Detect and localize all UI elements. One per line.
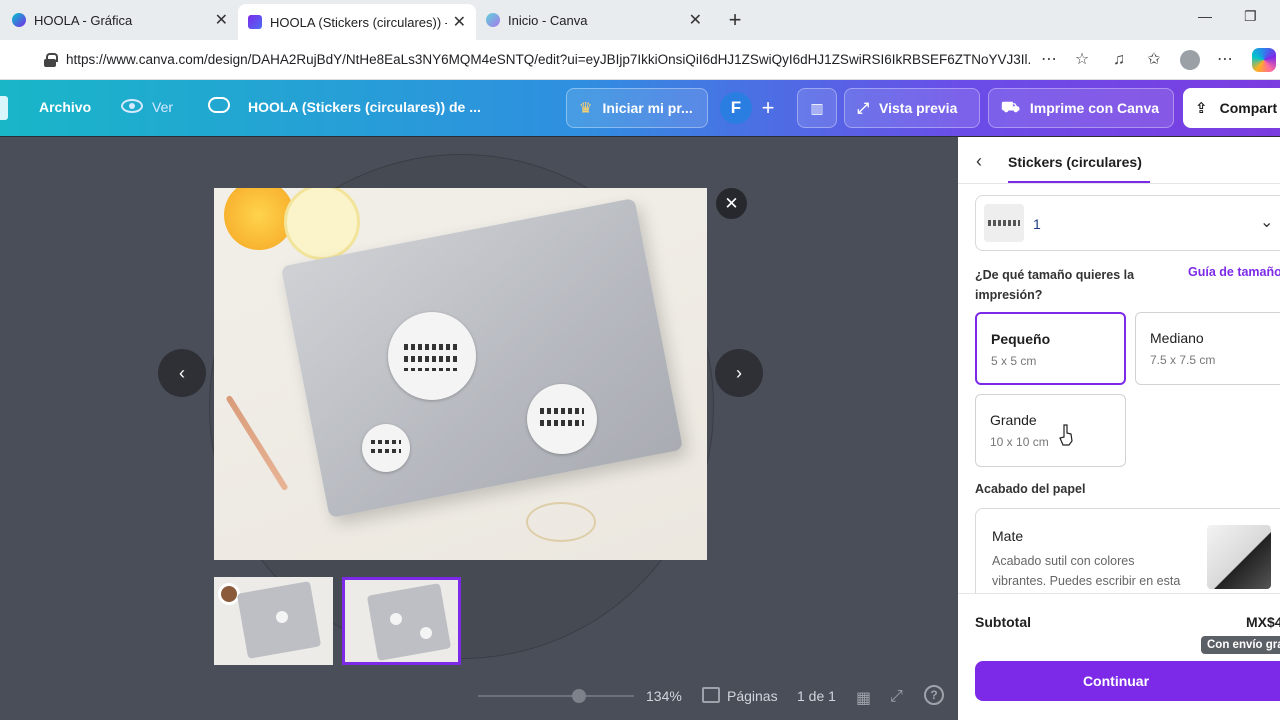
paper-finish-heading: Acabado del papel [975, 482, 1086, 496]
close-preview-button[interactable]: ✕ [716, 188, 747, 219]
start-trial-button[interactable]: ♛ Iniciar mi pr... [566, 88, 708, 128]
insights-button[interactable]: ▥ [797, 88, 837, 128]
finish-name: Mate [992, 528, 1024, 544]
restore-icon[interactable]: ❐ [1244, 8, 1257, 25]
quantity-value: 1 [1033, 216, 1041, 232]
read-aloud-icon[interactable]: ♫ [1108, 50, 1130, 70]
cloud-sync-icon[interactable] [208, 97, 230, 113]
pages-icon[interactable] [702, 687, 720, 703]
back-chevron-icon[interactable]: ‹ [976, 151, 982, 172]
design-thumbnail [984, 204, 1024, 242]
previous-arrow-button[interactable]: ‹ [158, 349, 206, 397]
minimize-icon[interactable]: — [1198, 8, 1212, 24]
file-menu[interactable]: Archivo [39, 99, 91, 115]
copilot-icon[interactable] [1252, 48, 1276, 72]
size-question: ¿De qué tamaño quieres la impresión? [975, 268, 1135, 302]
close-tab-icon[interactable]: ✕ [453, 12, 466, 32]
user-avatar[interactable]: F [720, 92, 752, 124]
mockup-thumbnail-2[interactable] [342, 577, 461, 665]
size-name: Pequeño [991, 331, 1051, 347]
print-options-panel: ‹ Stickers (circulares) 1 ⌄ ¿De qué tama… [958, 137, 1280, 720]
sticker-medium [527, 384, 597, 454]
tab-title: HOOLA - Gráfica [34, 12, 133, 28]
glasses-decoration [526, 502, 596, 542]
free-shipping-badge: Con envío gra [1201, 636, 1280, 654]
size-name: Mediano [1150, 330, 1204, 346]
tab-title: HOOLA (Stickers (circulares)) - Stic [270, 14, 447, 30]
size-name: Grande [990, 412, 1037, 428]
pages-button[interactable]: Páginas [727, 688, 778, 704]
address-bar: https://www.canva.com/design/DAHA2RujBdY… [0, 40, 1280, 80]
size-guide-link[interactable]: Guía de tamaño [1188, 265, 1280, 279]
checkout-footer: Subtotal MX$4 Con envío gra Continuar [958, 593, 1280, 720]
fullscreen-icon[interactable]: ⤢ [890, 688, 903, 706]
zoom-level[interactable]: 134% [646, 688, 682, 704]
bar-chart-icon: ▥ [810, 99, 824, 116]
share-upload-icon: ⇪ [1195, 100, 1208, 117]
sticker-small [362, 424, 410, 472]
canva-favicon-icon [486, 13, 500, 27]
zoom-slider-handle[interactable] [572, 689, 586, 703]
profile-avatar-icon[interactable] [1180, 50, 1200, 70]
share-label: Compart [1219, 100, 1278, 116]
tab-inicio-canva[interactable]: Inicio - Canva ✕ [476, 4, 712, 36]
quantity-dropdown[interactable]: 1 ⌄ [975, 195, 1280, 251]
grid-view-icon[interactable]: ▦ [856, 688, 871, 708]
url-field[interactable]: https://www.canva.com/design/DAHA2RujBdY… [66, 52, 1031, 67]
preview-stage: ✕ ‹ › 134% Páginas 1 de 1 ▦ ⤢ ? [0, 137, 958, 720]
document-title[interactable]: HOOLA (Stickers (circulares)) de ... [248, 99, 481, 115]
settings-menu-icon[interactable]: ⋯ [1214, 50, 1236, 70]
canva-favicon-icon [248, 15, 262, 29]
finish-option-matte[interactable]: Mate Acabado sutil con colores vibrantes… [975, 508, 1280, 604]
size-dims: 10 x 10 cm [990, 435, 1049, 449]
start-trial-label: Iniciar mi pr... [602, 100, 693, 116]
canva-top-bar: Archivo Ver HOOLA (Stickers (circulares)… [0, 80, 1280, 136]
size-option-large[interactable]: Grande 10 x 10 cm [975, 394, 1126, 467]
truck-icon: ⛟ [1001, 98, 1020, 116]
pen-decoration [225, 394, 289, 492]
size-option-medium[interactable]: Mediano 7.5 x 7.5 cm [1135, 312, 1280, 385]
sticker-large [388, 312, 476, 400]
browser-tab-strip: HOOLA - Gráfica ✕ HOOLA (Stickers (circu… [0, 0, 1280, 40]
zoom-slider-track[interactable] [478, 695, 634, 697]
hand-cursor-icon [1059, 424, 1073, 446]
laptop-mockup-image [214, 188, 707, 560]
preview-button[interactable]: ⤢ Vista previa [844, 88, 980, 128]
lock-icon[interactable] [44, 53, 58, 67]
tab-hoola-stickers[interactable]: HOOLA (Stickers (circulares)) - Stic ✕ [238, 4, 476, 40]
view-menu[interactable]: Ver [152, 99, 173, 115]
canva-favicon-icon [12, 13, 26, 27]
tab-hoola-grafica[interactable]: HOOLA - Gráfica ✕ [2, 4, 238, 36]
crown-icon: ♛ [579, 100, 593, 117]
panel-title: Stickers (circulares) [1008, 154, 1142, 170]
matte-swatch-image [1207, 525, 1271, 589]
print-with-canva-button[interactable]: ⛟ Imprime con Canva [988, 88, 1174, 128]
size-dims: 7.5 x 7.5 cm [1150, 353, 1216, 367]
new-tab-plus-icon[interactable]: + [724, 6, 746, 34]
next-arrow-button[interactable]: › [715, 349, 763, 397]
tab-title: Inicio - Canva [508, 12, 588, 28]
close-tab-icon[interactable]: ✕ [215, 10, 228, 30]
subtotal-value: MX$4 [1246, 614, 1280, 630]
share-button[interactable]: ⇪ Compart [1183, 88, 1280, 128]
page-counter: 1 de 1 [797, 688, 836, 704]
mockup-thumbnail-1[interactable] [214, 577, 333, 665]
expand-icon: ⤢ [857, 99, 870, 117]
help-icon[interactable]: ? [924, 685, 944, 705]
continue-button[interactable]: Continuar [975, 661, 1280, 701]
size-option-small[interactable]: Pequeño 5 x 5 cm [975, 312, 1126, 385]
print-label: Imprime con Canva [1029, 100, 1160, 116]
plate-decoration [284, 188, 360, 260]
preview-label: Vista previa [879, 100, 958, 116]
eye-icon [121, 99, 143, 113]
close-tab-icon[interactable]: ✕ [689, 10, 702, 30]
favorite-star-icon[interactable]: ☆ [1071, 50, 1093, 70]
favorites-collection-icon[interactable]: ✩ [1143, 50, 1165, 70]
size-dims: 5 x 5 cm [991, 354, 1037, 368]
add-collaborator-icon[interactable]: + [755, 95, 781, 121]
menu-edge[interactable] [0, 96, 8, 120]
more-options-circle-icon[interactable]: ⋯ [1038, 50, 1060, 70]
chevron-down-icon: ⌄ [1260, 214, 1274, 231]
subtotal-label: Subtotal [975, 614, 1031, 630]
